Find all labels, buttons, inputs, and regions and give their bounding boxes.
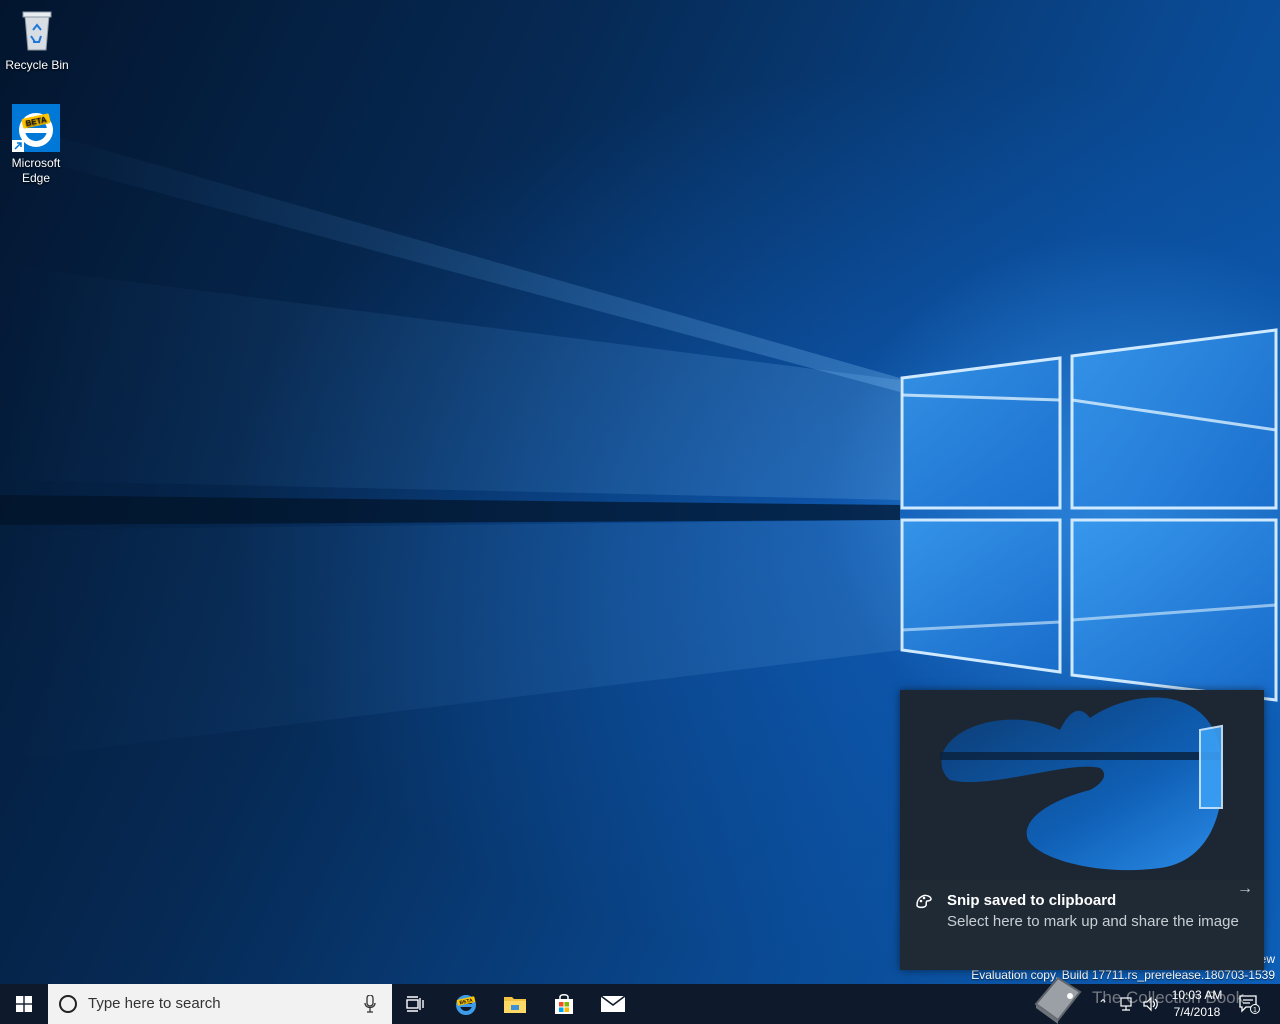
- snip-sketch-icon: [915, 893, 933, 909]
- start-button[interactable]: [0, 984, 48, 1024]
- search-placeholder: Type here to search: [88, 995, 221, 1012]
- snip-preview-image: [900, 690, 1264, 880]
- taskbar-mail[interactable]: [589, 984, 637, 1024]
- desktop-icon-label: Recycle Bin: [5, 58, 69, 72]
- desktop-icon-label: Microsoft Edge: [11, 156, 61, 185]
- store-icon: [555, 994, 573, 1014]
- taskbar-edge-beta[interactable]: BETA: [442, 984, 490, 1024]
- action-center-button[interactable]: 1: [1234, 984, 1264, 1024]
- recycle-bin-icon: [13, 6, 61, 54]
- toast-title: Snip saved to clipboard: [947, 892, 1117, 909]
- show-hidden-icons-chevron-icon[interactable]: ⌃: [1094, 984, 1112, 1024]
- arrow-right-icon[interactable]: →: [1236, 880, 1254, 898]
- clock-date: 7/4/2018: [1173, 1005, 1221, 1019]
- mail-icon: [600, 995, 626, 1012]
- task-view-button[interactable]: [392, 984, 440, 1024]
- notification-count: 1: [1253, 1007, 1257, 1014]
- network-icon[interactable]: [1116, 984, 1138, 1024]
- windows-logo-icon: [16, 996, 32, 1012]
- edge-beta-icon: BETA: [456, 995, 476, 1015]
- file-explorer-icon: [504, 997, 526, 1013]
- edge-beta-icon: BETA: [12, 104, 60, 152]
- desktop-icon-microsoft-edge[interactable]: BETA Microsoft Edge: [0, 104, 72, 186]
- snip-toast-notification[interactable]: → Snip saved to clipboard Select here to…: [900, 690, 1264, 970]
- taskbar: Type here to search BETA The Collection …: [0, 976, 1280, 1024]
- microphone-icon[interactable]: [364, 995, 376, 1013]
- taskbar-file-explorer[interactable]: [491, 984, 539, 1024]
- taskbar-microsoft-store[interactable]: [540, 984, 588, 1024]
- task-view-icon: [406, 996, 424, 1012]
- collection-book-icon: [1034, 976, 1082, 1024]
- notification-icon: 1: [1239, 995, 1260, 1014]
- system-clock[interactable]: 10:03 AM 7/4/2018: [1166, 987, 1228, 1021]
- cortana-icon: [59, 995, 77, 1013]
- desktop[interactable]: Recycle Bin BETA Microsoft Edge ew Evalu…: [0, 0, 1280, 984]
- desktop-icon-recycle-bin[interactable]: Recycle Bin: [1, 6, 73, 73]
- evaluation-watermark: Evaluation copy. Build 17711.rs_prerelea…: [971, 968, 1275, 982]
- volume-icon[interactable]: [1140, 984, 1162, 1024]
- toast-body: Select here to mark up and share the ima…: [947, 913, 1239, 930]
- taskbar-search-box[interactable]: Type here to search: [48, 984, 392, 1024]
- clock-time: 10:03 AM: [1171, 988, 1223, 1002]
